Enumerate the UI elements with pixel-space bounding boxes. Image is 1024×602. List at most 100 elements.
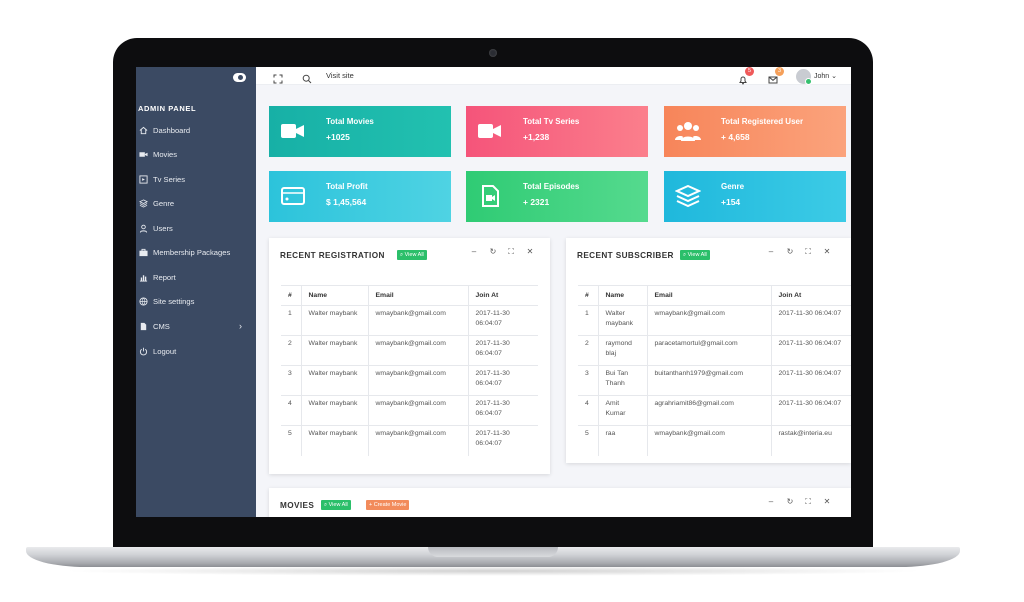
cell-name: Walter maybank <box>300 395 368 426</box>
table-row[interactable]: 2 raymond blaj paracetamortul@gmail.com 201… <box>578 335 851 366</box>
laptop-shadow <box>60 566 926 576</box>
cell-join-at: 2017-11-30 06:04:07 <box>467 365 538 396</box>
view-all-button[interactable]: ⌕ View All <box>321 500 351 510</box>
column-header: # <box>578 285 598 306</box>
avatar[interactable] <box>796 69 812 85</box>
view-all-label: View All <box>404 252 424 258</box>
column-header: Email <box>367 285 468 306</box>
stat-title: Total Profit <box>326 182 368 191</box>
table-row[interactable]: 4 Amit Kumar agrahriamit86@gmail.com 2017-1… <box>578 395 851 426</box>
panel-title: MOVIES <box>280 501 315 510</box>
table-row[interactable]: 5 raa wmaybank@gmail.com rastak@interia.eu <box>578 425 851 456</box>
sidebar-item-label: Users <box>153 223 173 233</box>
cell-name: Walter maybank <box>300 425 368 456</box>
chevron-down-icon: ⌄ <box>831 73 838 80</box>
create-movie-button[interactable]: + Create Movie <box>366 500 410 510</box>
user-icon <box>138 223 148 233</box>
sidebar-item-dashboard[interactable]: Dashboard <box>138 123 250 137</box>
view-all-label: View All <box>687 252 707 258</box>
stat-card-total-movies[interactable]: Total Movies +1025 <box>269 106 451 157</box>
video-icon <box>138 149 148 159</box>
cell-email: wmaybank@gmail.com <box>367 305 468 336</box>
refresh-icon[interactable]: ↻ <box>785 247 795 256</box>
recent-subscriber-panel: RECENT SUBSCRIBER ⌕ View All – ↻ ⛶ ✕ # N… <box>566 238 851 463</box>
table-row[interactable]: 1 Walter maybank wmaybank@gmail.com 2017-11… <box>578 305 851 336</box>
sidebar-item-genre[interactable]: Genre <box>138 196 250 210</box>
stat-card-total-episodes[interactable]: Total Episodes + 2321 <box>466 171 648 222</box>
stat-title: Total Registered User <box>721 117 804 126</box>
view-all-label: View All <box>328 502 348 508</box>
panel-title: RECENT REGISTRATION <box>280 251 385 260</box>
minimize-icon[interactable]: – <box>469 247 479 256</box>
minimize-icon[interactable]: – <box>766 247 776 256</box>
sidebar-item-logout[interactable]: Logout <box>138 344 250 358</box>
cell-index: 1 <box>281 305 301 336</box>
sidebar-item-site-settings[interactable]: Site settings <box>138 294 250 308</box>
cell-index: 2 <box>578 335 598 366</box>
close-icon[interactable]: ✕ <box>525 247 535 256</box>
sidebar-item-membership-packages[interactable]: Membership Packages <box>138 245 250 259</box>
table-header-row: # Name Email Join At <box>281 285 538 306</box>
sidebar-item-users[interactable]: Users <box>138 221 250 235</box>
sidebar-item-movies[interactable]: Movies <box>138 147 250 161</box>
sidebar-item-report[interactable]: Report <box>138 270 250 284</box>
chart-icon <box>138 272 148 282</box>
close-icon[interactable]: ✕ <box>822 247 832 256</box>
stat-card-total-profit[interactable]: Total Profit $ 1,45,564 <box>269 171 451 222</box>
expand-icon[interactable]: ⛶ <box>803 247 813 257</box>
sidebar-item-cms[interactable]: CMS › <box>138 319 250 333</box>
registration-table: # Name Email Join At 1 Walter maybank wmay… <box>281 285 538 456</box>
briefcase-icon <box>138 247 148 257</box>
video-file-icon <box>477 185 503 207</box>
table-header-row: # Name Email Join At <box>578 285 851 306</box>
table-row[interactable]: 3 Bui Tan Thanh buitanthanh1979@gmail.com 2… <box>578 365 851 396</box>
close-icon[interactable]: ✕ <box>822 497 832 506</box>
home-icon <box>138 125 148 135</box>
subscriber-table: # Name Email Join At 1 Walter maybank wmay… <box>578 285 851 456</box>
stat-card-total-tv-series[interactable]: Total Tv Series +1,238 <box>466 106 648 157</box>
expand-icon[interactable]: ⛶ <box>803 497 813 507</box>
fullscreen-icon[interactable] <box>273 71 283 84</box>
stat-value: $ 1,45,564 <box>326 197 367 207</box>
minimize-icon[interactable]: – <box>766 497 776 506</box>
webcam <box>489 49 497 57</box>
column-header: Join At <box>770 285 851 306</box>
view-all-button[interactable]: ⌕ View All <box>680 250 710 260</box>
cell-email: paracetamortul@gmail.com <box>646 335 771 366</box>
file-icon <box>138 321 148 331</box>
sidebar-toggle-icon[interactable] <box>233 73 246 82</box>
refresh-icon[interactable]: ↻ <box>488 247 498 256</box>
cell-name: raymond blaj <box>597 335 647 366</box>
sidebar-item-tv-series[interactable]: Tv Series <box>138 172 250 186</box>
laptop-notch <box>428 547 558 557</box>
globe-icon <box>138 296 148 306</box>
cell-index: 1 <box>578 305 598 336</box>
stat-value: +154 <box>721 197 741 207</box>
search-icon[interactable] <box>302 71 312 84</box>
expand-icon[interactable]: ⛶ <box>506 247 516 257</box>
table-row[interactable]: 5 Walter maybank wmaybank@gmail.com 2017-11… <box>281 425 538 456</box>
stat-title: Genre <box>721 182 745 191</box>
view-all-button[interactable]: ⌕ View All <box>397 250 427 260</box>
message-badge: 3 <box>775 67 784 76</box>
sidebar-item-label: Membership Packages <box>153 247 231 257</box>
table-row[interactable]: 3 Walter maybank wmaybank@gmail.com 2017-11… <box>281 365 538 396</box>
cell-email: wmaybank@gmail.com <box>646 425 771 456</box>
sidebar-item-label: Movies <box>153 149 178 159</box>
refresh-icon[interactable]: ↻ <box>785 497 795 506</box>
stat-card-genre[interactable]: Genre +154 <box>664 171 846 222</box>
table-row[interactable]: 2 Walter maybank wmaybank@gmail.com 2017-11… <box>281 335 538 366</box>
admin-screen: ADMIN PANEL Dashboard Movies Tv Series G… <box>136 67 851 517</box>
cell-name: Walter maybank <box>300 335 368 366</box>
table-row[interactable]: 4 Walter maybank wmaybank@gmail.com 2017-11… <box>281 395 538 426</box>
stat-value: +1,238 <box>523 132 550 142</box>
sidebar-item-label: Report <box>153 272 176 282</box>
table-row[interactable]: 1 Walter maybank wmaybank@gmail.com 2017-11… <box>281 305 538 336</box>
cell-email: wmaybank@gmail.com <box>367 395 468 426</box>
stat-card-total-registered-user[interactable]: Total Registered User + 4,658 <box>664 106 846 157</box>
column-header: Join At <box>467 285 538 306</box>
user-menu[interactable]: John ⌄ <box>814 72 837 80</box>
visit-site-link[interactable]: Visit site <box>326 71 354 80</box>
cell-index: 3 <box>578 365 598 396</box>
layers-icon <box>674 184 702 208</box>
